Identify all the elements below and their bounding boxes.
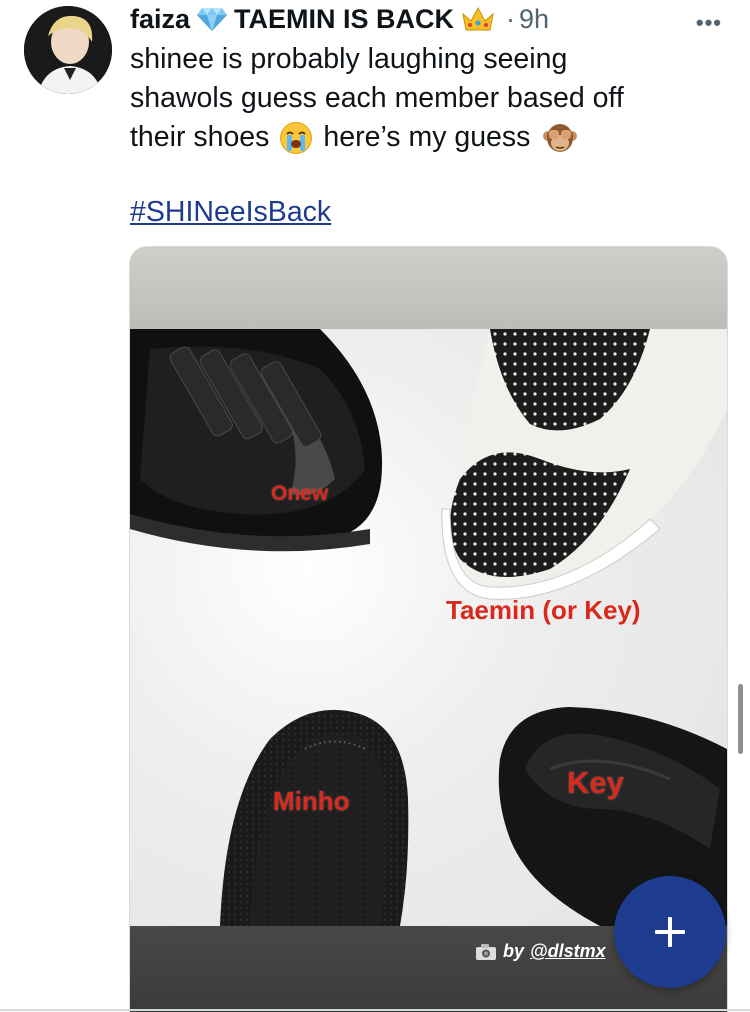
label-onew: Onew (271, 482, 329, 505)
tweet-time[interactable]: 9h (519, 4, 549, 35)
avatar-photo (24, 6, 112, 94)
credit-handle[interactable]: @dlstmx (530, 941, 606, 962)
media-top-band (130, 247, 727, 329)
loudly-crying-face-icon (279, 121, 313, 155)
tweet-header: faiza TAEMIN IS BACK · 9h (130, 2, 730, 36)
separator-dot: · (506, 3, 516, 34)
shoes-photo: Onew Taemin (or Key) Minho Key (130, 329, 727, 926)
crown-icon (460, 5, 496, 33)
more-options-icon[interactable]: ••• (696, 10, 722, 36)
label-key: Key (567, 765, 624, 800)
photo-credit: by @dlstmx (475, 941, 606, 962)
tweet-line-3: their shoes here’s my guess (130, 118, 720, 157)
minho-shoe (220, 709, 409, 926)
plus-icon (655, 917, 685, 947)
compose-button[interactable] (614, 876, 726, 988)
label-taemin: Taemin (or Key) (446, 595, 641, 625)
author-avatar[interactable] (24, 6, 112, 94)
label-minho: Minho (273, 786, 350, 816)
tweet-line: shinee is probably laughing seeing (130, 43, 568, 75)
tweet-line-part: here’s my guess (323, 121, 531, 153)
camera-icon (476, 943, 496, 960)
hashtag-link[interactable]: #SHINeeIsBack (130, 196, 331, 229)
taemin-shoe (441, 329, 727, 600)
onew-shoe (130, 329, 383, 552)
see-no-evil-monkey-icon (542, 121, 578, 155)
credit-prefix: by (503, 941, 525, 961)
tweet-line: shawols guess each member based off (130, 82, 624, 114)
author-name[interactable]: faiza (130, 4, 190, 35)
shoes-illustration (130, 329, 727, 926)
gem-icon (196, 6, 228, 32)
tweet-text: shinee is probably laughing seeing shawo… (130, 40, 720, 157)
scrollbar-thumb[interactable] (738, 684, 743, 754)
tweet-line-part: their shoes (130, 121, 270, 153)
display-tag: TAEMIN IS BACK (234, 3, 455, 34)
